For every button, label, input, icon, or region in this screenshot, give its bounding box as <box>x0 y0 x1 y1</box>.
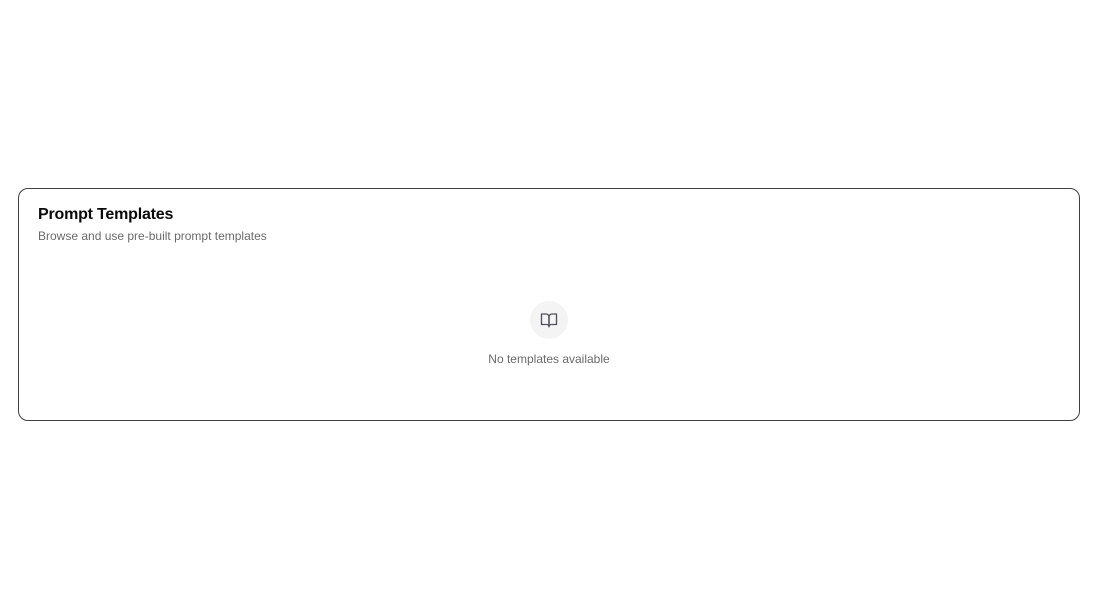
empty-state: No templates available <box>19 301 1079 367</box>
card-subtitle: Browse and use pre-built prompt template… <box>38 229 267 243</box>
card-header: Prompt Templates Browse and use pre-buil… <box>38 205 267 244</box>
prompt-templates-card: Prompt Templates Browse and use pre-buil… <box>18 188 1080 421</box>
book-open-icon <box>530 301 568 339</box>
empty-state-message: No templates available <box>488 352 610 366</box>
card-title: Prompt Templates <box>38 206 174 223</box>
